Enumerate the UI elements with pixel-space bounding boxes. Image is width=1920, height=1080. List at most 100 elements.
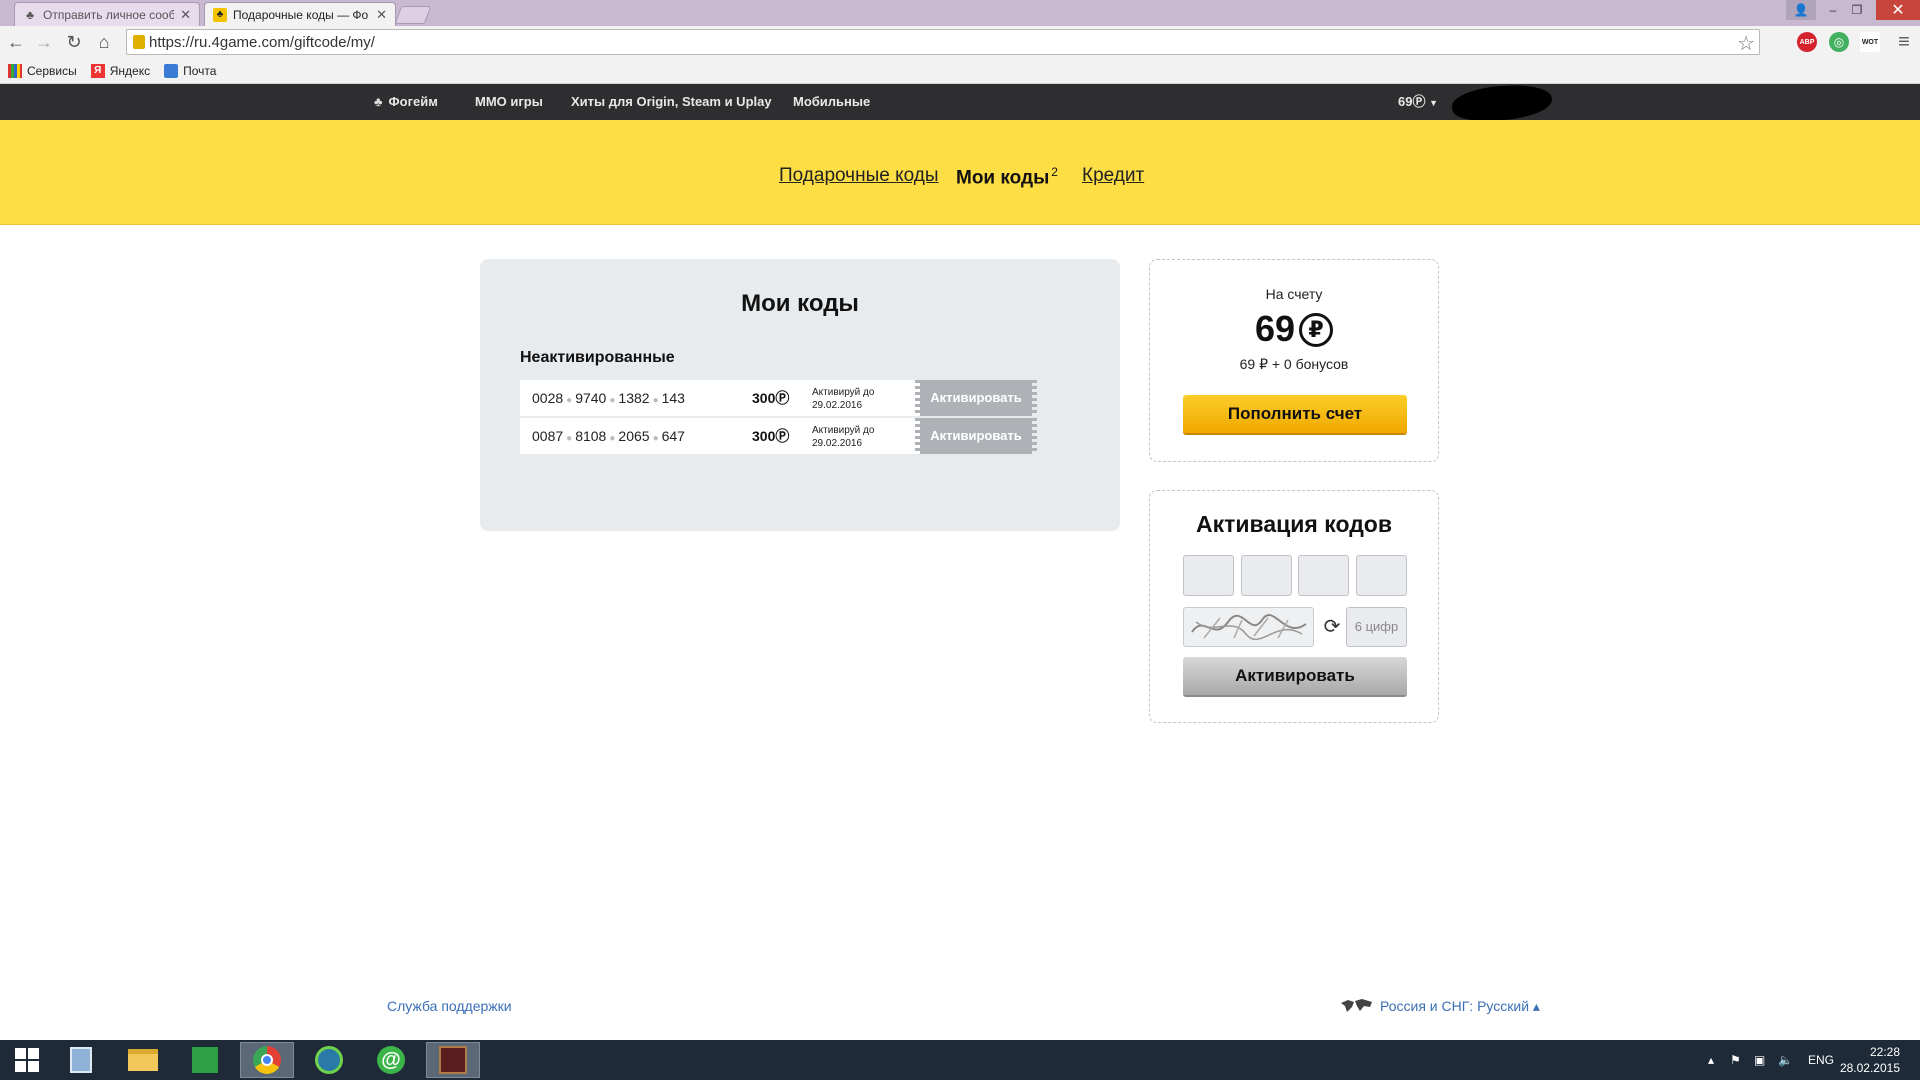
chevron-down-icon: ▼ <box>1429 98 1439 108</box>
bookmark-services[interactable]: Сервисы <box>8 63 77 78</box>
nav-mobile[interactable]: Мобильные <box>793 84 870 120</box>
captcha-input[interactable]: 6 цифр <box>1346 607 1407 647</box>
activation-title: Активация кодов <box>1196 511 1392 537</box>
network-icon[interactable]: ▣ <box>1754 1040 1765 1080</box>
browser-toolbar: ← → ↻ ⌂ https://ru.4game.com/giftcode/my… <box>0 26 1920 58</box>
activate-code-button[interactable]: Активировать <box>915 380 1037 416</box>
code-input-4[interactable] <box>1356 555 1407 596</box>
tab-credit-link[interactable]: Кредит <box>1082 165 1144 187</box>
topup-button[interactable]: Пополнить счет <box>1183 395 1407 435</box>
volume-icon[interactable]: 🔈 <box>1778 1040 1793 1080</box>
forward-arrow-icon[interactable]: → <box>32 30 56 54</box>
gift-code-number: 0087 ● 8108 ● 2065 ● 647 <box>532 428 685 444</box>
balance-amount: 69 <box>1398 94 1413 109</box>
lock-icon <box>133 35 145 49</box>
region-label: Россия и СНГ: Русский ▴ <box>1380 998 1540 1014</box>
code-input-2[interactable] <box>1241 555 1292 596</box>
bookmark-star-icon[interactable]: ☆ <box>1737 31 1755 56</box>
restore-button[interactable]: ❐ <box>1842 0 1872 20</box>
nav-4game[interactable]: ♣ Фогейм <box>374 84 438 120</box>
mail-icon <box>164 63 179 78</box>
expiry-label: Активируй до <box>812 387 875 398</box>
ruble-icon: Ⓟ <box>775 390 790 406</box>
store-icon[interactable] <box>178 1042 232 1078</box>
expiry-date: 29.02.2016 <box>812 438 863 449</box>
support-link[interactable]: Служба поддержки <box>387 998 512 1014</box>
user-profile-icon[interactable]: 👤 <box>1786 0 1816 20</box>
bookmark-yandex[interactable]: Я Яндекс <box>90 63 150 78</box>
code-part: 143 <box>661 390 685 406</box>
home-icon[interactable]: ⌂ <box>92 30 116 54</box>
code-value-amount: 300 <box>752 390 776 406</box>
code-row: 0087 ● 8108 ● 2065 ● 647 300Ⓟ Активируй до 29.… <box>520 418 1037 454</box>
region-selector[interactable]: Россия и СНГ: Русский ▴ <box>1340 998 1540 1015</box>
windows-logo <box>15 1048 39 1072</box>
taskbar-clock[interactable]: 22:28 28.02.2015 <box>1840 1044 1900 1076</box>
nav-hits[interactable]: Хиты для Origin, Steam и Uplay <box>571 84 772 120</box>
chrome-icon[interactable] <box>240 1042 294 1078</box>
close-tab-icon[interactable]: ✕ <box>180 7 191 23</box>
windows-start-icon[interactable] <box>0 1042 54 1078</box>
ruble-icon: Ⓟ <box>775 428 790 444</box>
balance-label: На счету <box>1265 286 1323 302</box>
close-window-button[interactable]: ✕ <box>1876 0 1920 20</box>
windows-taskbar: @ ▴ ⚑ ▣ 🔈 ENG 22:28 28.02.2015 <box>0 1040 1920 1080</box>
activate-code-button[interactable]: Активировать <box>915 418 1037 454</box>
code-part: 1382 <box>618 390 650 406</box>
site-top-bar: ♣ Фогейм MMO игры Хиты для Origin, Steam … <box>0 84 1920 120</box>
code-input-3[interactable] <box>1298 555 1349 596</box>
tab-my-codes[interactable]: Мои коды 2 <box>956 165 1058 189</box>
calculator-icon[interactable] <box>54 1042 108 1078</box>
code-part: 9740 <box>575 390 607 406</box>
ruble-icon: Ⓟ <box>1412 94 1426 109</box>
expiry-date: 29.02.2016 <box>812 400 863 411</box>
action-center-flag-icon[interactable]: ⚑ <box>1730 1040 1741 1080</box>
header-balance[interactable]: 69Ⓟ ▼ <box>1398 84 1438 120</box>
menu-icon[interactable]: ≡ <box>1892 30 1916 54</box>
tab-label: Мои коды <box>956 167 1050 189</box>
code-value: 300Ⓟ <box>752 418 789 454</box>
game-launcher-icon[interactable] <box>426 1042 480 1078</box>
address-bar[interactable]: https://ru.4game.com/giftcode/my/ ☆ <box>126 29 1760 55</box>
ruble-icon: ₽ <box>1299 313 1334 347</box>
refresh-captcha-icon[interactable]: ⟳ <box>1318 613 1346 641</box>
clover-icon: ♣ <box>374 94 383 109</box>
adblock-icon[interactable]: ABP <box>1797 32 1817 52</box>
code-input-1[interactable] <box>1183 555 1234 596</box>
wot-icon[interactable]: WOT <box>1860 32 1880 52</box>
tab-send-message[interactable]: ♣ Отправить личное сообщ ✕ <box>14 2 200 26</box>
reload-icon[interactable]: ↻ <box>62 30 86 54</box>
new-tab-button[interactable] <box>394 6 432 24</box>
bookmark-mail[interactable]: Почта <box>164 63 217 78</box>
tab-gift-codes[interactable]: ♣ Подарочные коды — Фо ✕ <box>204 2 396 26</box>
grammar-extension-icon[interactable]: ◎ <box>1829 32 1849 52</box>
mail-agent-icon[interactable]: @ <box>364 1042 418 1078</box>
tab-title: Подарочные коды — Фо <box>233 7 369 22</box>
code-part: 0028 <box>532 390 564 406</box>
world-map-icon <box>1341 999 1372 1012</box>
code-part: 8108 <box>575 428 607 444</box>
file-explorer-icon[interactable] <box>116 1042 170 1078</box>
code-value: 300Ⓟ <box>752 380 789 416</box>
balance-detail: 69 ₽ + 0 бонусов <box>1239 356 1349 372</box>
close-tab-icon[interactable]: ✕ <box>376 7 387 23</box>
tab-title: Отправить личное сообщ <box>43 7 175 22</box>
bookmark-label: Почта <box>183 63 217 78</box>
torrent-icon[interactable] <box>302 1042 356 1078</box>
code-part: 2065 <box>618 428 650 444</box>
gift-code-number: 0028 ● 9740 ● 1382 ● 143 <box>532 390 685 406</box>
activate-codes-button[interactable]: Активировать <box>1183 657 1407 697</box>
nav-mmo-games[interactable]: MMO игры <box>475 84 543 120</box>
expiry-label: Активируй до <box>812 425 875 436</box>
input-language[interactable]: ENG <box>1808 1040 1834 1080</box>
giftcode-subnav: Подарочные коды Мои коды 2 Кредит <box>0 120 1920 225</box>
clock-date: 28.02.2015 <box>1839 1061 1900 1075</box>
tab-gift-codes-link[interactable]: Подарочные коды <box>779 165 939 187</box>
code-part: 0087 <box>532 428 564 444</box>
back-arrow-icon[interactable]: ← <box>4 30 28 54</box>
code-part: 647 <box>661 428 685 444</box>
captcha-image <box>1183 607 1314 647</box>
code-row: 0028 ● 9740 ● 1382 ● 143 300Ⓟ Активируй до 29.… <box>520 380 1037 416</box>
page-title: Мои коды <box>741 290 859 317</box>
tray-expand-icon[interactable]: ▴ <box>1708 1040 1714 1080</box>
